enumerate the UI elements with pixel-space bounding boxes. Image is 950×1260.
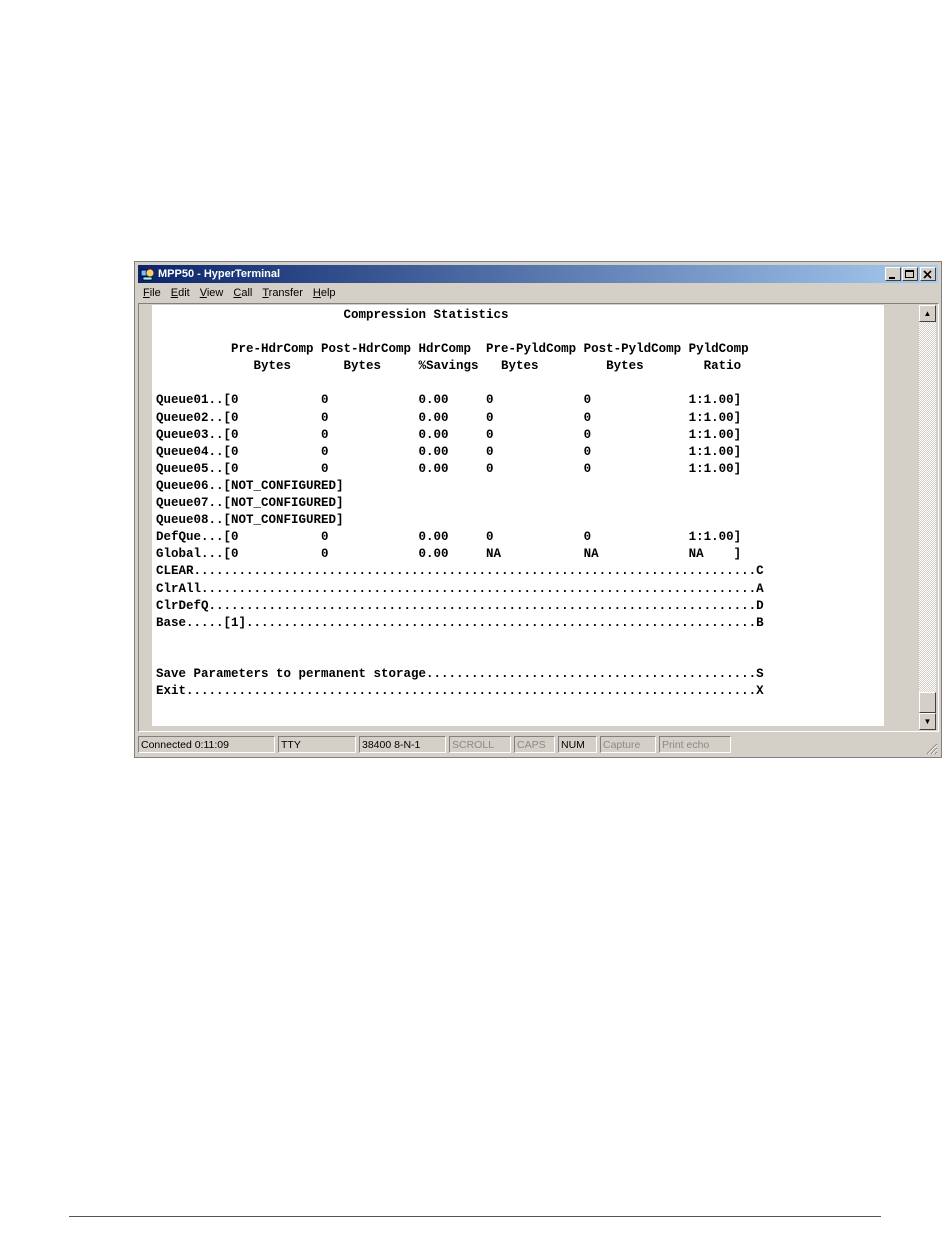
status-num: NUM	[558, 736, 597, 753]
hyperterminal-window: MPP50 - HyperTerminal File Edit View Cal…	[134, 261, 942, 758]
page-footer-rule	[69, 1216, 881, 1217]
close-icon[interactable]	[920, 267, 936, 281]
menu-help[interactable]: Help	[308, 287, 341, 299]
resize-grip-icon[interactable]	[924, 741, 938, 755]
terminal-client-area: Compression Statistics Pre-HdrComp Post-…	[138, 303, 939, 732]
terminal-line: Global...[0 0 0.00 NA NA NA ]	[156, 547, 742, 562]
terminal-line: Queue06..[NOT_CONFIGURED]	[156, 478, 344, 493]
terminal-line: Queue08..[NOT_CONFIGURED]	[156, 513, 344, 528]
terminal-line: Bytes Bytes %Savings Bytes Bytes Ratio	[156, 359, 742, 374]
terminal-line: Queue03..[0 0 0.00 0 0 1:1.00]	[156, 427, 742, 442]
terminal-line: Exit....................................…	[156, 684, 764, 699]
menu-file[interactable]: File	[138, 287, 166, 299]
terminal-screen[interactable]: Compression Statistics Pre-HdrComp Post-…	[152, 305, 887, 729]
terminal-line: Queue01..[0 0 0.00 0 0 1:1.00]	[156, 393, 742, 408]
terminal-line: ClrAll..................................…	[156, 581, 764, 596]
status-capture: Capture	[600, 736, 656, 753]
minimize-icon[interactable]	[885, 267, 901, 281]
menu-bar: File Edit View Call Transfer Help	[138, 284, 341, 302]
terminal-line: ClrDefQ.................................…	[156, 598, 764, 613]
window-title: MPP50 - HyperTerminal	[158, 268, 281, 280]
terminal-line: Compression Statistics	[156, 308, 509, 322]
status-emulation: TTY	[278, 736, 356, 753]
status-print-echo: Print echo	[659, 736, 731, 753]
status-caps: CAPS	[514, 736, 555, 753]
status-connected: Connected 0:11:09	[138, 736, 275, 753]
left-gutter	[140, 305, 150, 730]
scroll-up-icon[interactable]: ▲	[919, 305, 936, 322]
terminal-line: Base.....[1]............................…	[156, 615, 764, 630]
terminal-line: Pre-HdrComp Post-HdrComp HdrComp Pre-Pyl…	[156, 342, 749, 357]
terminal-line: Queue04..[0 0 0.00 0 0 1:1.00]	[156, 444, 742, 459]
terminal-line: Queue05..[0 0 0.00 0 0 1:1.00]	[156, 461, 742, 476]
menu-edit[interactable]: Edit	[166, 287, 195, 299]
hyperterminal-icon	[140, 268, 155, 281]
scroll-down-icon[interactable]: ▼	[919, 713, 936, 730]
window-controls	[884, 267, 936, 281]
terminal-line: CLEAR...................................…	[156, 564, 764, 579]
status-port-settings: 38400 8-N-1	[359, 736, 446, 753]
menu-view[interactable]: View	[195, 287, 229, 299]
vertical-scrollbar[interactable]: ▲ ▼	[919, 305, 936, 730]
menu-call[interactable]: Call	[228, 287, 257, 299]
terminal-line: DefQue...[0 0 0.00 0 0 1:1.00]	[156, 530, 742, 545]
status-bar: Connected 0:11:09 TTY 38400 8-N-1 SCROLL…	[138, 736, 938, 755]
terminal-line: Queue07..[NOT_CONFIGURED]	[156, 496, 344, 511]
menu-transfer[interactable]: Transfer	[257, 287, 308, 299]
terminal-line: Queue02..[0 0 0.00 0 0 1:1.00]	[156, 410, 742, 425]
title-bar[interactable]: MPP50 - HyperTerminal	[138, 265, 938, 283]
terminal-line: Save Parameters to permanent storage....…	[156, 666, 764, 681]
status-scroll: SCROLL	[449, 736, 511, 753]
maximize-icon[interactable]	[902, 267, 918, 281]
terminal-output: Compression Statistics Pre-HdrComp Post-…	[156, 307, 764, 700]
scroll-thumb[interactable]	[919, 692, 936, 713]
